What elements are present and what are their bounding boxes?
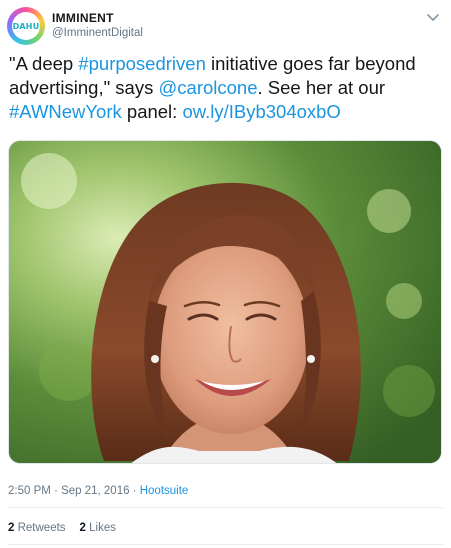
retweets-count: 2	[8, 522, 15, 534]
divider	[8, 544, 443, 545]
author-name[interactable]: IMMINENT	[52, 11, 114, 25]
portrait-photo	[9, 141, 441, 463]
tweet-card: DAHU IMMINENT @ImminentDigital "A deep #…	[0, 0, 451, 548]
tweet-meta: 2:50 PM · Sep 21, 2016 · Hootsuite	[8, 485, 188, 497]
hashtag-purposedriven[interactable]: #purposedriven	[78, 53, 206, 74]
likes-stat[interactable]: 2 Likes	[80, 522, 116, 534]
tweet-time[interactable]: 2:50 PM	[8, 485, 51, 497]
meta-separator: ·	[50, 485, 62, 497]
divider	[8, 507, 443, 508]
retweets-label: Retweets	[17, 522, 66, 534]
likes-label: Likes	[89, 522, 117, 534]
tweet-text-part: "A deep	[9, 53, 79, 74]
tweet-text-part: . See her at our	[257, 77, 386, 98]
tweet-text-part: panel:	[121, 101, 183, 122]
chevron-down-icon-svg	[427, 14, 439, 21]
hashtag-awnewyork[interactable]: #AWNewYork	[9, 101, 122, 122]
tweet-date[interactable]: Sep 21, 2016	[61, 485, 129, 497]
mention-carolcone[interactable]: @carolcone	[159, 77, 258, 98]
tweet-photo[interactable]	[8, 140, 442, 464]
tweet-stats: 2 Retweets 2 Likes	[8, 522, 116, 534]
tweet-text: "A deep #purposedriven initiative goes f…	[9, 52, 439, 124]
retweets-stat[interactable]: 2 Retweets	[8, 522, 66, 534]
likes-count: 2	[79, 522, 86, 534]
tweet-link[interactable]: ow.ly/IByb304oxbO	[182, 101, 340, 122]
chevron-down-icon[interactable]	[425, 12, 441, 24]
meta-separator: ·	[129, 485, 140, 497]
author-handle[interactable]: @ImminentDigital	[52, 27, 143, 39]
profile-avatar[interactable]: DAHU	[7, 7, 45, 45]
avatar-logo-text: DAHU	[12, 12, 40, 40]
tweet-source[interactable]: Hootsuite	[140, 485, 189, 497]
